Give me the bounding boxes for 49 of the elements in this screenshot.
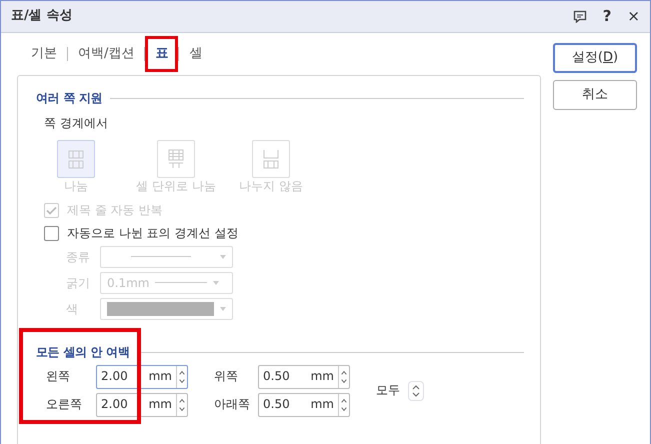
section-title: 여러 쪽 지원 xyxy=(36,90,102,107)
option-label: 셀 단위로 나눔 xyxy=(136,178,216,194)
option-label: 나눔 xyxy=(64,178,88,194)
field-label: 색 xyxy=(66,300,79,318)
field-value: 0.50 xyxy=(262,396,290,414)
caret-icon xyxy=(220,254,226,259)
dialog-button[interactable]: 취소 xyxy=(553,80,637,110)
comment-button[interactable] xyxy=(572,9,587,24)
field-label: 종류 xyxy=(66,248,91,266)
field-label: 모두 xyxy=(376,382,400,400)
tab[interactable]: 표 xyxy=(145,36,178,72)
tab[interactable]: 여백/캡션 xyxy=(68,36,144,72)
unit-label: mm xyxy=(148,396,172,414)
group-label: 쪽 경계에서 xyxy=(44,114,109,132)
margin-spin-field[interactable]: 0.50 mm xyxy=(258,364,350,389)
field-label: 위쪽 xyxy=(214,368,239,386)
color-dropdown[interactable] xyxy=(100,298,233,320)
line-sample-icon xyxy=(155,281,208,284)
field-label: 굵기 xyxy=(66,274,91,292)
dialog-button[interactable]: 설정(D) xyxy=(553,43,637,73)
window-title: 표/셀 속성 xyxy=(11,7,74,26)
line-sample-icon xyxy=(130,255,190,258)
margin-spin-field[interactable]: 0.50 mm xyxy=(258,392,350,417)
field-label: 아래쪽 xyxy=(214,396,251,414)
comment-icon xyxy=(572,10,587,24)
section-title: 모든 셀의 안 여백 xyxy=(36,344,130,361)
line-dropdown[interactable] xyxy=(100,246,233,268)
field-label: 오른쪽 xyxy=(46,396,83,414)
help-button[interactable]: ? xyxy=(602,9,612,24)
field-label: 왼쪽 xyxy=(46,368,71,386)
tab[interactable]: 기본 xyxy=(21,36,67,72)
caret-icon xyxy=(213,280,220,285)
close-button[interactable]: × xyxy=(627,9,640,24)
checkbox-label: 제목 줄 자동 반복 xyxy=(67,202,162,220)
unit-label: mm xyxy=(148,368,172,386)
spin-buttons[interactable] xyxy=(408,380,424,401)
caret-icon xyxy=(220,306,226,311)
field-value: 0.50 xyxy=(262,368,290,386)
unit-label: mm xyxy=(310,368,334,386)
check-icon xyxy=(46,206,57,216)
field-value: 2.00 xyxy=(100,396,128,414)
thickness-value: 0.1mm xyxy=(107,274,150,292)
field-value: 2.00 xyxy=(100,368,128,386)
unit-label: mm xyxy=(310,396,334,414)
margin-spin-field[interactable]: 2.00 mm xyxy=(96,392,188,417)
tab[interactable]: 셀 xyxy=(179,36,212,72)
margin-spin-field[interactable]: 2.00 mm xyxy=(96,364,188,389)
option-label: 나누지 않음 xyxy=(239,178,303,194)
checkbox-label: 자동으로 나뉜 표의 경계선 설정 xyxy=(67,225,238,242)
